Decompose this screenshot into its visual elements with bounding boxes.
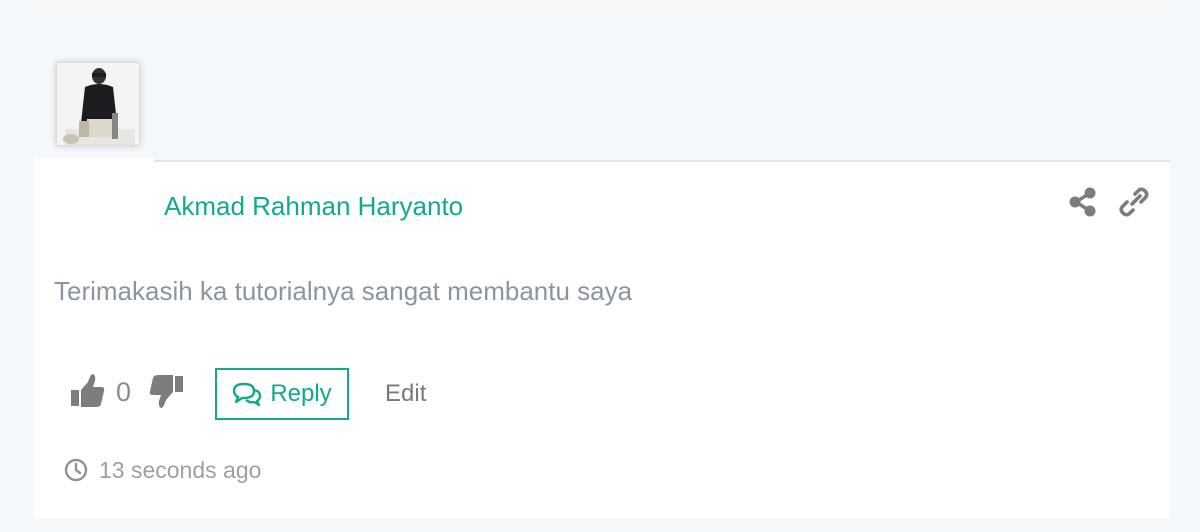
- author-name[interactable]: Akmad Rahman Haryanto: [164, 190, 463, 222]
- comment-timestamp: 13 seconds ago: [99, 457, 262, 483]
- card-corner: [34, 158, 154, 164]
- edit-link[interactable]: Edit: [385, 379, 426, 409]
- author-avatar: [56, 62, 140, 146]
- share-icon[interactable]: [1068, 186, 1098, 218]
- comment-body: Terimakasih ka tutorialnya sangat memban…: [54, 276, 633, 306]
- link-icon[interactable]: [1118, 186, 1150, 218]
- thumbs-up-icon[interactable]: [70, 372, 106, 410]
- comments-icon: [233, 382, 262, 407]
- vote-count: 0: [116, 377, 132, 407]
- avatar-image: [57, 63, 139, 145]
- clock-icon: [64, 458, 88, 482]
- reply-label: Reply: [270, 380, 332, 407]
- previous-comment-edge: [34, 0, 1170, 16]
- reply-button[interactable]: Reply: [215, 368, 349, 420]
- thumbs-down-icon[interactable]: [148, 372, 184, 410]
